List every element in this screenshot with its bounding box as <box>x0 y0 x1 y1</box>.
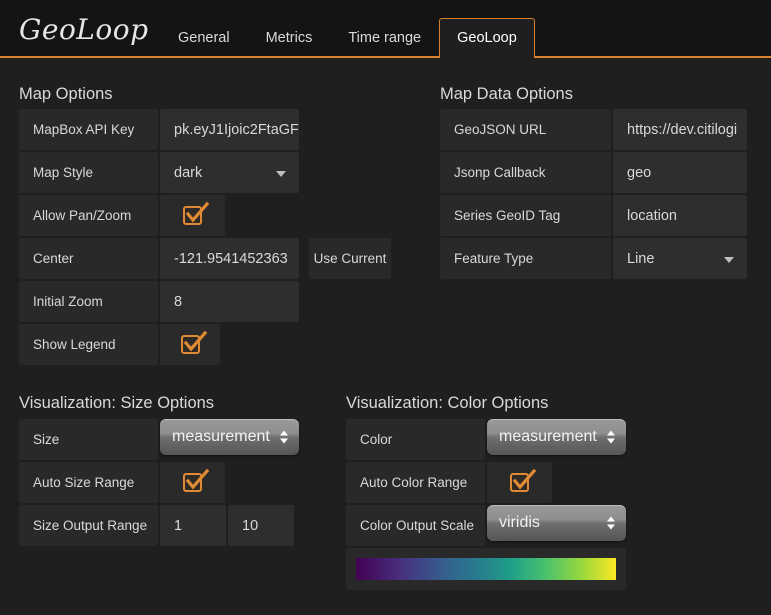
center-label: Center <box>19 238 158 279</box>
color-label: Color <box>346 419 485 460</box>
app-logo: GeoLoop <box>19 13 149 46</box>
row-jsonp-callback: Jsonp Callback geo <box>440 152 747 193</box>
checkbox-checked-icon[interactable] <box>183 468 210 492</box>
row-auto-size-range: Auto Size Range <box>19 462 339 503</box>
stepper-arrows-icon <box>607 430 615 444</box>
arrow-down-icon <box>607 438 615 444</box>
show-legend-checkbox-cell[interactable] <box>160 324 220 365</box>
row-show-legend: Show Legend <box>19 324 399 365</box>
allow-pan-zoom-label: Allow Pan/Zoom <box>19 195 158 236</box>
chevron-down-icon <box>276 170 286 177</box>
tab-general[interactable]: General <box>160 18 248 56</box>
arrow-down-icon <box>280 438 288 444</box>
auto-size-range-label: Auto Size Range <box>19 462 158 503</box>
map-data-options-group: GeoJSON URL https://dev.citilogi Jsonp C… <box>440 109 747 281</box>
map-style-label: Map Style <box>19 152 158 193</box>
size-select[interactable]: measurement <box>160 419 299 455</box>
chevron-down-icon <box>724 256 734 263</box>
size-output-range-max-input[interactable]: 10 <box>228 505 294 546</box>
center-input[interactable]: -121.9541452363 <box>160 238 299 279</box>
checkbox-checked-icon[interactable] <box>180 330 207 354</box>
tab-metrics[interactable]: Metrics <box>248 18 331 56</box>
stepper-arrows-icon <box>607 516 615 530</box>
row-center: Center -121.9541452363 Use Current <box>19 238 399 279</box>
size-output-range-label: Size Output Range <box>19 505 158 546</box>
size-label: Size <box>19 419 158 460</box>
row-geojson-url: GeoJSON URL https://dev.citilogi <box>440 109 747 150</box>
size-options-group: Size measurement Auto Size Range Size Ou… <box>19 419 339 548</box>
row-feature-type: Feature Type Line <box>440 238 747 279</box>
geojson-url-label: GeoJSON URL <box>440 109 611 150</box>
feature-type-select[interactable]: Line <box>613 238 747 279</box>
auto-size-range-checkbox-cell[interactable] <box>160 462 225 503</box>
row-color: Color measurement <box>346 419 666 460</box>
arrow-up-icon <box>280 430 288 436</box>
size-output-range-min-input[interactable]: 1 <box>160 505 226 546</box>
size-select-value: measurement <box>172 428 270 445</box>
color-gradient-preview <box>346 548 626 590</box>
checkmark-icon <box>183 330 207 352</box>
series-geoid-tag-label: Series GeoID Tag <box>440 195 611 236</box>
checkmark-icon <box>185 468 210 490</box>
row-color-output-scale: Color Output Scale viridis <box>346 505 666 546</box>
checkmark-icon <box>185 201 210 223</box>
allow-pan-zoom-checkbox-cell[interactable] <box>160 195 225 236</box>
arrow-up-icon <box>607 516 615 522</box>
arrow-down-icon <box>607 524 615 530</box>
checkmark-icon <box>512 468 537 490</box>
color-output-scale-select[interactable]: viridis <box>487 505 626 541</box>
geojson-url-input[interactable]: https://dev.citilogi <box>613 109 747 150</box>
color-output-scale-value: viridis <box>499 514 540 531</box>
tab-bar: General Metrics Time range GeoLoop <box>160 16 535 58</box>
row-color-gradient-preview <box>346 548 666 590</box>
series-geoid-tag-input[interactable]: location <box>613 195 747 236</box>
map-options-title: Map Options <box>19 85 113 103</box>
jsonp-callback-input[interactable]: geo <box>613 152 747 193</box>
initial-zoom-input[interactable]: 8 <box>160 281 299 322</box>
color-options-title: Visualization: Color Options <box>346 394 549 412</box>
map-style-value: dark <box>174 164 203 181</box>
auto-color-range-label: Auto Color Range <box>346 462 485 503</box>
map-options-group: MapBox API Key pk.eyJ1Ijoic2FtaGF Map St… <box>19 109 399 367</box>
checkbox-checked-icon[interactable] <box>510 468 537 492</box>
map-data-options-title: Map Data Options <box>440 85 573 103</box>
tab-geoloop[interactable]: GeoLoop <box>439 18 535 58</box>
row-size: Size measurement <box>19 419 339 460</box>
color-output-scale-label: Color Output Scale <box>346 505 485 546</box>
row-series-geoid-tag: Series GeoID Tag location <box>440 195 747 236</box>
jsonp-callback-label: Jsonp Callback <box>440 152 611 193</box>
mapbox-api-key-label: MapBox API Key <box>19 109 158 150</box>
row-size-output-range: Size Output Range 1 10 <box>19 505 339 546</box>
auto-color-range-checkbox-cell[interactable] <box>487 462 552 503</box>
app-header: GeoLoop General Metrics Time range GeoLo… <box>0 0 771 58</box>
feature-type-label: Feature Type <box>440 238 611 279</box>
mapbox-api-key-input[interactable]: pk.eyJ1Ijoic2FtaGF <box>160 109 299 150</box>
color-select[interactable]: measurement <box>487 419 626 455</box>
tab-time-range[interactable]: Time range <box>330 18 439 56</box>
color-select-value: measurement <box>499 428 597 445</box>
row-auto-color-range: Auto Color Range <box>346 462 666 503</box>
show-legend-label: Show Legend <box>19 324 158 365</box>
use-current-button[interactable]: Use Current <box>309 238 391 279</box>
stepper-arrows-icon <box>280 430 288 444</box>
feature-type-value: Line <box>627 250 655 267</box>
row-initial-zoom: Initial Zoom 8 <box>19 281 399 322</box>
checkbox-checked-icon[interactable] <box>183 201 210 225</box>
color-options-group: Color measurement Auto Color Range Color… <box>346 419 666 592</box>
size-options-title: Visualization: Size Options <box>19 394 215 412</box>
row-map-style: Map Style dark <box>19 152 399 193</box>
initial-zoom-label: Initial Zoom <box>19 281 158 322</box>
settings-body: Map Options MapBox API Key pk.eyJ1Ijoic2… <box>0 58 771 615</box>
row-allow-pan-zoom: Allow Pan/Zoom <box>19 195 399 236</box>
arrow-up-icon <box>607 430 615 436</box>
viridis-gradient-bar <box>356 558 616 580</box>
row-mapbox-api-key: MapBox API Key pk.eyJ1Ijoic2FtaGF <box>19 109 399 150</box>
map-style-select[interactable]: dark <box>160 152 299 193</box>
